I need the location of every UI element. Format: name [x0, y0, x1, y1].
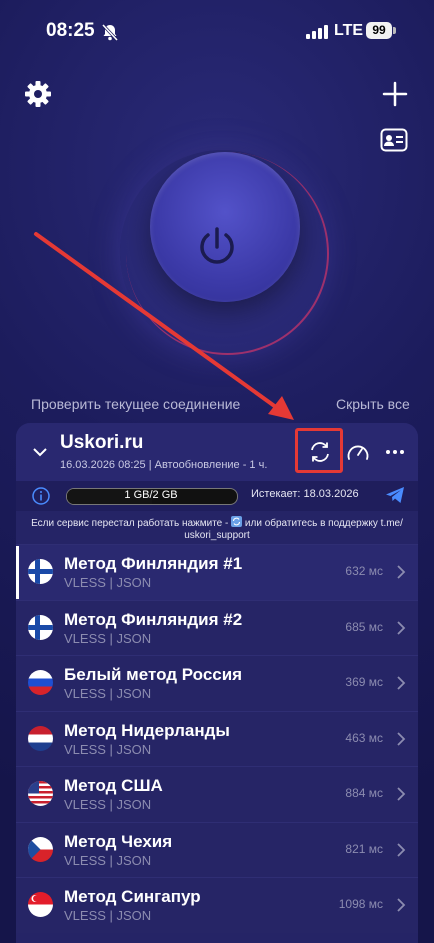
network-type: LTE — [334, 22, 364, 39]
server-title: Метод Нидерланды — [64, 720, 230, 740]
server-protocol: VLESS | JSON — [64, 797, 152, 812]
flag-nl-icon — [28, 725, 53, 751]
server-ping: 685 мс — [345, 619, 383, 634]
id-card-icon[interactable] — [380, 128, 408, 152]
server-ping: 369 мс — [345, 675, 383, 689]
chevron-right-icon[interactable] — [396, 897, 406, 913]
chevron-right-icon[interactable] — [396, 842, 406, 858]
signal-icon — [306, 25, 328, 39]
support-notice: Если сервис перестал работать нажмите - … — [24, 516, 410, 542]
server-protocol: VLESS | JSON — [64, 908, 152, 923]
gear-icon[interactable] — [24, 80, 52, 108]
subscription-date: 16.03.2026 08:25 | Автообновление - 1 ч. — [60, 459, 268, 471]
expiry-date: Истекает: 18.03.2026 — [251, 488, 359, 500]
plus-icon[interactable] — [382, 81, 408, 107]
server-ping: 463 мс — [345, 730, 383, 745]
hide-all-link[interactable]: Скрыть все — [336, 396, 410, 412]
notice-text-2: или обратитесь в поддержку t.me/ — [244, 518, 403, 529]
chevron-right-icon[interactable] — [396, 564, 406, 580]
flag-fi-icon — [28, 559, 53, 584]
server-protocol: VLESS | JSON — [64, 575, 152, 590]
server-protocol: VLESS | JSON — [64, 630, 152, 646]
server-protocol: VLESS | JSON — [64, 686, 152, 701]
traffic-text: 1 GB/2 GB — [124, 489, 178, 501]
chevron-right-icon[interactable] — [396, 620, 406, 636]
more-icon[interactable] — [385, 449, 405, 455]
refresh-emoji-icon — [231, 516, 243, 527]
chevron-right-icon[interactable] — [396, 786, 406, 802]
info-icon[interactable] — [32, 487, 50, 505]
chevron-down-icon[interactable] — [32, 446, 48, 458]
server-title: Метод Чехия — [64, 831, 173, 851]
server-title: Метод США — [64, 776, 163, 795]
server-title: Метод Финляндия #2 — [64, 609, 243, 629]
chevron-right-icon[interactable] — [396, 675, 406, 691]
subscription-name: Uskori.ru — [60, 432, 144, 453]
server-title: Метод Сингапур — [64, 887, 201, 906]
support-link[interactable]: uskori_support — [184, 530, 250, 541]
server-ping: 821 мс — [345, 841, 383, 856]
status-time: 08:25 — [46, 20, 95, 41]
battery-tip — [393, 27, 396, 34]
server-protocol: VLESS | JSON — [64, 741, 152, 757]
flag-cz-icon — [28, 836, 53, 862]
flag-fi-icon — [28, 614, 53, 640]
refresh-icon[interactable] — [308, 440, 332, 464]
speedometer-icon[interactable] — [346, 441, 370, 463]
telegram-icon[interactable] — [385, 486, 405, 504]
flag-us-icon — [28, 781, 53, 806]
flag-ru-icon — [28, 670, 53, 695]
active-indicator — [16, 546, 19, 599]
chevron-right-icon[interactable] — [396, 731, 406, 747]
check-connection-link[interactable]: Проверить текущее соединение — [31, 396, 240, 412]
server-title: Белый метод Россия — [64, 665, 243, 684]
server-ping: 632 мс — [345, 564, 383, 578]
server-ping: 1098 мс — [338, 897, 383, 911]
server-protocol: VLESS | JSON — [64, 852, 152, 868]
notice-text-1: Если сервис перестал работать нажмите - — [31, 518, 229, 529]
server-ping: 884 мс — [345, 786, 383, 800]
server-title: Метод Финляндия #1 — [64, 554, 243, 573]
bell-muted-icon — [101, 23, 119, 42]
battery-level: 99 — [366, 22, 392, 39]
flag-sg-icon — [28, 892, 53, 917]
